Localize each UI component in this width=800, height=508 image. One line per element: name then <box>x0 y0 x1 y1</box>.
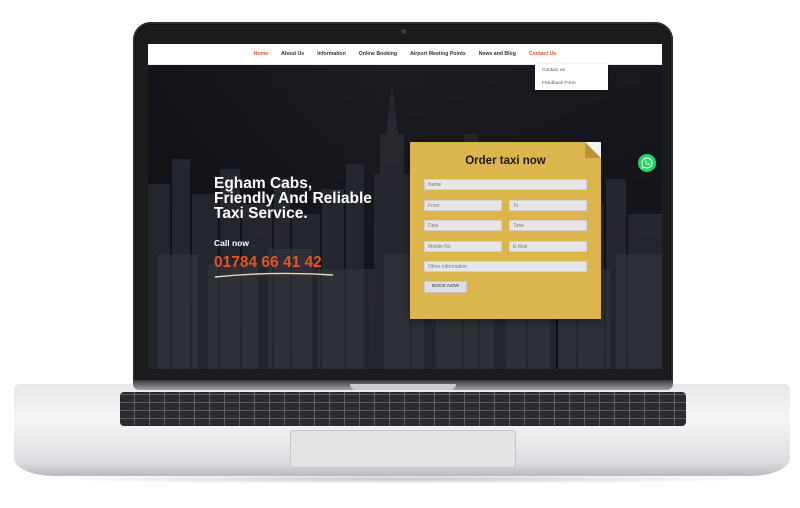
name-input[interactable]: Name <box>424 179 587 190</box>
whatsapp-icon[interactable] <box>638 154 656 172</box>
to-input[interactable]: To <box>509 200 587 211</box>
nav-item-home[interactable]: Home <box>254 51 268 57</box>
other-information-input[interactable]: Other information <box>424 261 587 272</box>
order-form-title: Order taxi now <box>465 155 546 167</box>
call-now-label: Call now <box>214 238 249 248</box>
nav-item-contact-us[interactable]: Contact Us <box>529 51 556 57</box>
time-input[interactable]: Time <box>509 220 587 231</box>
nav-item-about-us[interactable]: About Us <box>281 51 304 57</box>
book-now-button[interactable]: BOOK NOW <box>424 281 467 293</box>
phone-number-link[interactable]: 01784 66 41 42 <box>214 254 322 272</box>
laptop-screen: Home About Us Information Online Booking… <box>148 44 662 369</box>
laptop-keyboard <box>120 392 686 426</box>
nav-item-news-and-blog[interactable]: News and Blog <box>479 51 516 57</box>
mobile-input[interactable]: Mobile No <box>424 241 502 252</box>
main-navigation: Home About Us Information Online Booking… <box>148 44 662 65</box>
laptop-trackpad <box>290 430 516 468</box>
dropdown-item-feedback-form[interactable]: Feedback Form <box>535 77 608 90</box>
dropdown-item-contact-us[interactable]: Contact us <box>535 64 608 77</box>
order-taxi-form: Order taxi now Name From To Date Time Mo… <box>410 142 601 319</box>
nav-item-airport-meeting-points[interactable]: Airport Meeting Points <box>410 51 466 57</box>
email-input[interactable]: E-Mail <box>509 241 587 252</box>
nav-item-information[interactable]: Information <box>317 51 346 57</box>
contact-dropdown-menu: Contact us Feedback Form <box>535 64 608 90</box>
laptop-notch <box>350 384 456 390</box>
phone-underline-decoration <box>214 272 334 278</box>
whatsapp-glyph-icon <box>641 157 653 169</box>
nav-item-online-booking[interactable]: Online Booking <box>359 51 397 57</box>
from-input[interactable]: From <box>424 200 502 211</box>
camera-icon <box>401 29 406 34</box>
date-input[interactable]: Date <box>424 220 502 231</box>
